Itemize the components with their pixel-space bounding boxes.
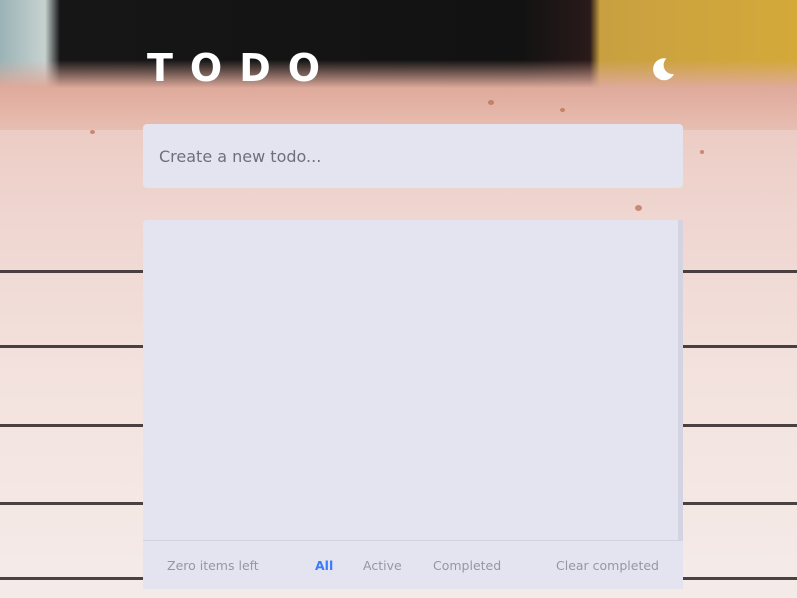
new-todo-input[interactable] bbox=[143, 124, 683, 188]
background-freckle bbox=[700, 150, 704, 154]
filter-active[interactable]: Active bbox=[363, 558, 402, 573]
background-freckle bbox=[635, 205, 642, 211]
filter-all[interactable]: All bbox=[315, 558, 333, 573]
todo-footer: Zero items left All Active Completed Cle… bbox=[143, 540, 683, 589]
header: TODO bbox=[147, 44, 682, 94]
items-left-count: Zero items left bbox=[167, 558, 259, 573]
new-todo-container bbox=[143, 124, 683, 188]
todo-list-scrollbar[interactable] bbox=[678, 220, 683, 540]
background-freckle bbox=[560, 108, 565, 112]
moon-icon bbox=[653, 58, 674, 81]
clear-completed-button[interactable]: Clear completed bbox=[556, 558, 659, 573]
background-freckle bbox=[90, 130, 95, 134]
page-title: TODO bbox=[147, 46, 338, 90]
background-freckle bbox=[488, 100, 494, 105]
todo-list bbox=[143, 220, 683, 540]
filter-completed[interactable]: Completed bbox=[433, 558, 501, 573]
theme-toggle-button[interactable] bbox=[650, 56, 676, 82]
